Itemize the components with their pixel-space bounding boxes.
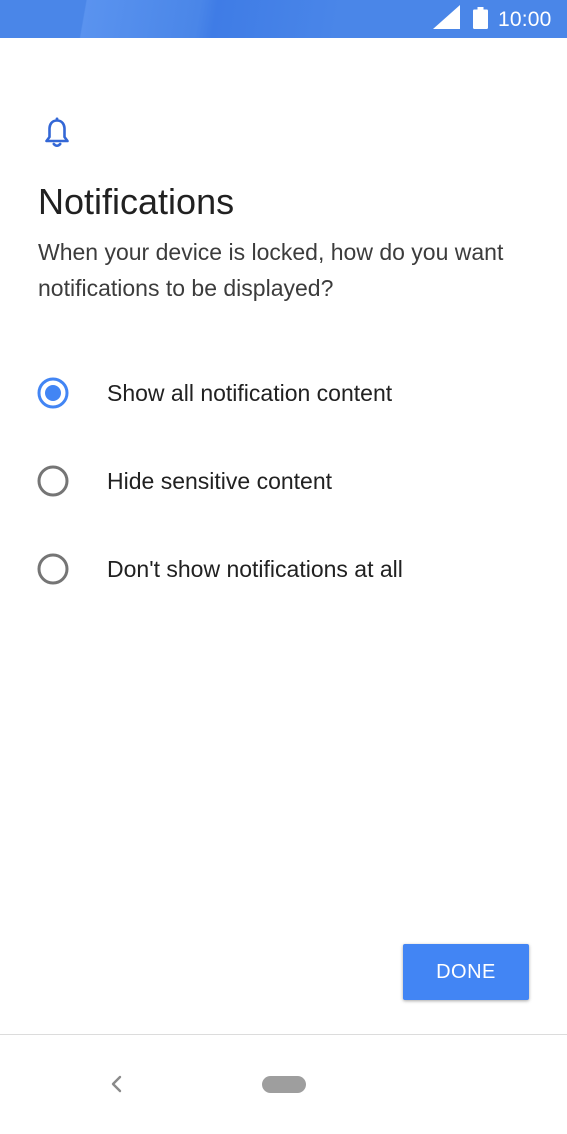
option-dont-show[interactable]: Don't show notifications at all — [30, 539, 540, 599]
back-icon[interactable] — [106, 1071, 126, 1097]
home-pill-icon[interactable] — [262, 1076, 306, 1093]
bell-icon — [45, 117, 69, 148]
option-label: Don't show notifications at all — [107, 556, 403, 582]
option-show-all[interactable]: Show all notification content — [30, 363, 540, 423]
radio-unselected-icon[interactable] — [37, 553, 69, 585]
option-label: Hide sensitive content — [107, 468, 333, 494]
nav-divider — [0, 1034, 567, 1035]
status-clock: 10:00 — [498, 8, 552, 31]
status-bar: 10:00 — [0, 0, 567, 38]
done-button[interactable]: DONE — [403, 944, 529, 1000]
option-hide-sensitive[interactable]: Hide sensitive content — [30, 451, 540, 511]
signal-icon — [433, 5, 460, 29]
battery-icon — [473, 7, 488, 29]
radio-selected-icon[interactable] — [37, 377, 69, 409]
option-label: Show all notification content — [107, 380, 393, 406]
page-subtitle: When your device is locked, how do you w… — [38, 239, 504, 301]
page-title: Notifications — [38, 181, 235, 222]
radio-unselected-icon[interactable] — [37, 465, 69, 497]
